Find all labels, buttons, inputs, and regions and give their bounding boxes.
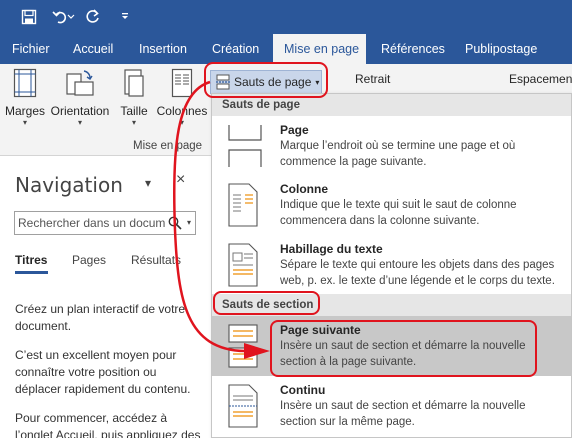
next-page-section-break-icon <box>225 324 265 371</box>
menu-item-description: Marque l’endroit où se termine une page … <box>280 140 516 168</box>
nav-search-input[interactable] <box>18 215 166 231</box>
colonnes-label: Colonnes <box>156 104 208 118</box>
tab-creation[interactable]: Création <box>204 34 267 64</box>
chevron-down-icon: ▾ <box>77 118 82 127</box>
save-icon[interactable] <box>18 6 40 28</box>
nav-title: Navigation <box>15 173 123 197</box>
margins-icon <box>13 68 37 98</box>
chevron-down-icon: ▾ <box>131 118 136 127</box>
tab-mise-en-page[interactable]: Mise en page <box>273 34 366 64</box>
navigation-pane: Navigation ▾ × ▾ Titres Pages Résultats … <box>0 157 205 438</box>
page-size-icon <box>123 68 145 98</box>
continuous-section-break-icon <box>225 384 265 431</box>
nav-tab-titres[interactable]: Titres <box>15 253 47 267</box>
sauts-dropdown-menu: Sauts de page Page Marque l’endroit où s… <box>211 93 572 438</box>
page-break-icon <box>225 124 265 171</box>
annotation-box-sauts-de-section <box>213 291 320 315</box>
orientation-button[interactable]: Orientation ▾ <box>49 68 111 128</box>
taille-button[interactable]: Taille ▾ <box>117 68 151 128</box>
tab-accueil[interactable]: Accueil <box>65 34 121 64</box>
ribbon-tabs: Fichier Accueil Insertion Création Mise … <box>0 34 572 64</box>
column-break-icon <box>225 183 265 230</box>
chevron-down-icon[interactable]: ▾ <box>187 218 191 227</box>
orientation-label: Orientation <box>50 104 110 118</box>
undo-dropdown-icon[interactable] <box>66 6 76 28</box>
nav-paragraph-1: Créez un plan interactif de votre docume… <box>15 302 186 333</box>
menu-item-habillage-du-texte[interactable]: Habillage du texte Sépare le texte qui e… <box>212 235 571 294</box>
columns-icon <box>171 68 193 98</box>
marges-button[interactable]: Marges ▾ <box>5 68 45 128</box>
menu-item-title: Habillage du texte <box>280 242 383 256</box>
annotation-box-sauts-de-page <box>204 62 328 98</box>
menu-item-description: Sépare le texte qui entoure les objets d… <box>280 259 555 287</box>
menu-item-description: Indique que le texte qui suit le saut de… <box>280 199 517 227</box>
chevron-down-icon: ▾ <box>179 118 184 127</box>
tab-references[interactable]: Références <box>373 34 453 64</box>
menu-item-colonne[interactable]: Colonne Indique que le texte qui suit le… <box>212 175 571 235</box>
nav-paragraph-2: C’est un excellent moyen pour connaître … <box>15 348 191 396</box>
marges-label: Marges <box>5 104 46 118</box>
text-wrapping-break-icon <box>225 243 265 290</box>
tab-insertion[interactable]: Insertion <box>131 34 195 64</box>
quick-access-toolbar <box>0 0 572 34</box>
menu-item-description: Insère un saut de section et démarre la … <box>280 400 526 428</box>
menu-item-title: Colonne <box>280 182 328 196</box>
nav-tab-pages[interactable]: Pages <box>72 253 106 267</box>
retrait-label: Retrait <box>355 72 391 86</box>
chevron-down-icon: ▾ <box>22 118 27 127</box>
tab-publipostage[interactable]: Publipostage <box>457 34 545 64</box>
pane-options-icon[interactable]: ▾ <box>145 176 151 190</box>
menu-item-page[interactable]: Page Marque l’endroit où se termine une … <box>212 116 571 175</box>
close-icon[interactable]: × <box>176 171 185 189</box>
colonnes-button[interactable]: Colonnes ▾ <box>155 68 209 128</box>
orientation-icon <box>65 68 95 98</box>
search-icon[interactable] <box>167 215 183 234</box>
annotation-box-page-suivante <box>270 320 537 377</box>
redo-icon[interactable] <box>82 6 104 28</box>
menu-item-title: Page <box>280 123 309 137</box>
tab-fichier[interactable]: Fichier <box>4 34 58 64</box>
taille-label: Taille <box>120 104 148 118</box>
active-tab-indicator <box>15 271 48 274</box>
menu-item-title: Continu <box>280 383 326 397</box>
espacement-label: Espacement <box>509 72 572 86</box>
customize-toolbar-icon[interactable] <box>114 6 136 28</box>
nav-search-box: ▾ <box>14 211 196 235</box>
nav-paragraph-3: Pour commencer, accédez à l’onglet Accue… <box>15 411 201 438</box>
nav-tab-resultats[interactable]: Résultats <box>131 253 181 267</box>
group-label-mise-en-page: Mise en page <box>133 140 203 152</box>
menu-item-continu[interactable]: Continu Insère un saut de section et dém… <box>212 376 571 437</box>
